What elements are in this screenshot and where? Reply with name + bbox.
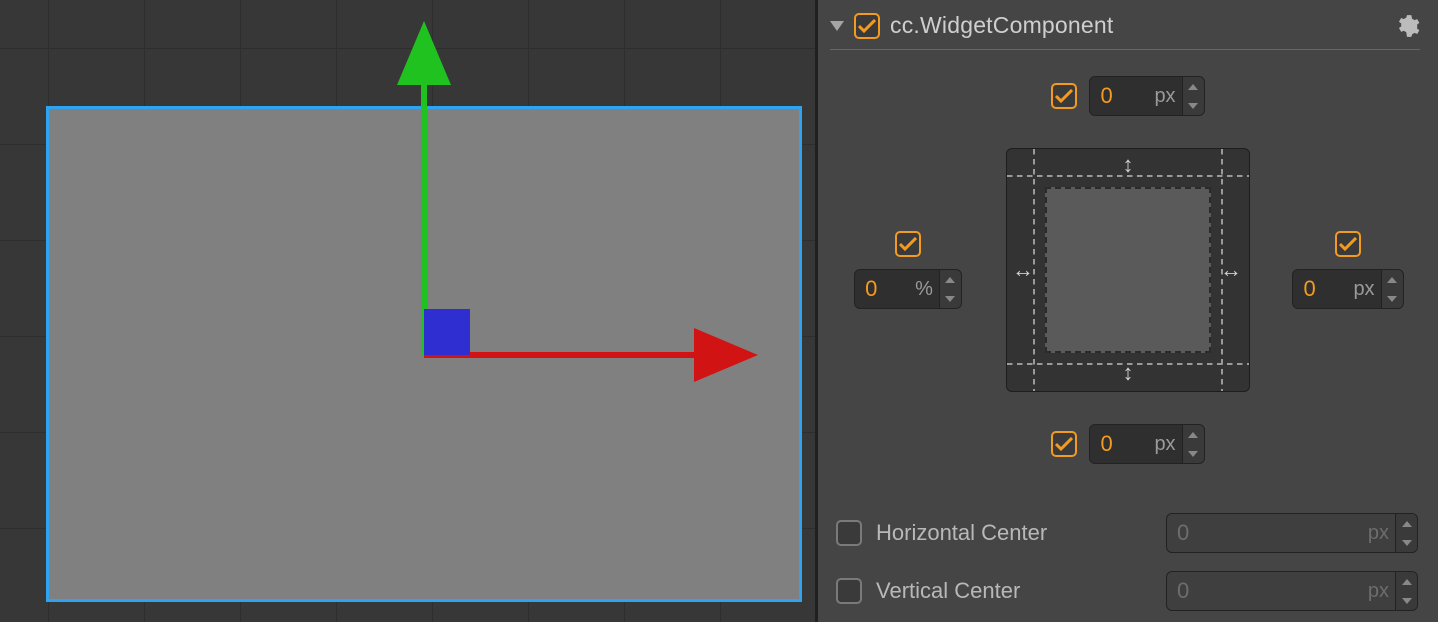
- step-up-icon[interactable]: [1396, 514, 1417, 533]
- vertical-center-unit: px: [1368, 580, 1395, 603]
- anchor-right-group: 0 px: [1258, 231, 1438, 309]
- widget-anchor-grid: 0 px 0 %: [818, 66, 1438, 474]
- step-down-icon[interactable]: [940, 289, 961, 308]
- step-down-icon[interactable]: [1396, 533, 1417, 552]
- vertical-center-stepper[interactable]: [1395, 572, 1417, 610]
- axis-x-arrow-icon[interactable]: [694, 328, 758, 382]
- axis-y-arrow-icon[interactable]: [397, 21, 451, 85]
- anchor-bottom-checkbox[interactable]: [1051, 431, 1077, 457]
- step-down-icon[interactable]: [1183, 96, 1204, 115]
- axis-origin-handle[interactable]: [424, 309, 470, 355]
- anchor-bottom-value[interactable]: 0: [1090, 431, 1154, 457]
- component-title: cc.WidgetComponent: [890, 12, 1384, 39]
- center-alignment-group: Horizontal Center 0 px Vertical Center 0…: [818, 504, 1438, 620]
- anchor-top-input[interactable]: 0 px: [1089, 76, 1204, 116]
- vertical-center-row: Vertical Center 0 px: [836, 562, 1418, 620]
- anchor-bottom-unit: px: [1154, 433, 1181, 456]
- vertical-center-label: Vertical Center: [876, 578, 1152, 604]
- scene-view[interactable]: [0, 0, 818, 622]
- step-up-icon[interactable]: [1183, 77, 1204, 96]
- anchor-left-unit: %: [915, 278, 939, 301]
- horizontal-center-label: Horizontal Center: [876, 520, 1152, 546]
- resize-vertical-icon: ↕: [1123, 154, 1134, 176]
- anchor-diagram: ↕ ↕ ↔ ↔: [1006, 148, 1250, 392]
- disclosure-triangle-icon[interactable]: [830, 21, 844, 31]
- anchor-top-value[interactable]: 0: [1090, 83, 1154, 109]
- anchor-right-input[interactable]: 0 px: [1292, 269, 1403, 309]
- anchor-top-unit: px: [1154, 85, 1181, 108]
- vertical-center-input[interactable]: 0 px: [1166, 571, 1418, 611]
- step-down-icon[interactable]: [1396, 591, 1417, 610]
- gear-icon[interactable]: [1394, 13, 1420, 39]
- anchor-top-checkbox[interactable]: [1051, 83, 1077, 109]
- component-enabled-checkbox[interactable]: [854, 13, 880, 39]
- horizontal-center-input[interactable]: 0 px: [1166, 513, 1418, 553]
- horizontal-center-stepper[interactable]: [1395, 514, 1417, 552]
- anchor-left-group: 0 %: [818, 231, 998, 309]
- anchor-bottom-group: 0 px: [998, 424, 1258, 464]
- resize-vertical-icon: ↕: [1123, 362, 1134, 384]
- anchor-left-checkbox[interactable]: [895, 231, 921, 257]
- step-up-icon[interactable]: [1183, 425, 1204, 444]
- anchor-diagram-inner: [1045, 187, 1211, 353]
- anchor-right-value[interactable]: 0: [1293, 276, 1353, 302]
- anchor-right-checkbox[interactable]: [1335, 231, 1361, 257]
- vertical-center-checkbox[interactable]: [836, 578, 862, 604]
- divider: [830, 49, 1420, 50]
- component-header: cc.WidgetComponent: [818, 0, 1438, 49]
- anchor-right-unit: px: [1353, 278, 1380, 301]
- vertical-center-value[interactable]: 0: [1167, 578, 1368, 604]
- anchor-bottom-input[interactable]: 0 px: [1089, 424, 1204, 464]
- resize-horizontal-icon: ↔: [1220, 259, 1242, 281]
- anchor-left-stepper[interactable]: [939, 270, 961, 308]
- horizontal-center-value[interactable]: 0: [1167, 520, 1368, 546]
- step-up-icon[interactable]: [1382, 270, 1403, 289]
- horizontal-center-row: Horizontal Center 0 px: [836, 504, 1418, 562]
- anchor-top-stepper[interactable]: [1182, 77, 1204, 115]
- step-down-icon[interactable]: [1382, 289, 1403, 308]
- anchor-left-input[interactable]: 0 %: [854, 269, 962, 309]
- step-up-icon[interactable]: [1396, 572, 1417, 591]
- step-up-icon[interactable]: [940, 270, 961, 289]
- horizontal-center-unit: px: [1368, 522, 1395, 545]
- resize-horizontal-icon: ↔: [1012, 259, 1034, 281]
- step-down-icon[interactable]: [1183, 444, 1204, 463]
- anchor-top-group: 0 px: [998, 76, 1258, 116]
- anchor-bottom-stepper[interactable]: [1182, 425, 1204, 463]
- horizontal-center-checkbox[interactable]: [836, 520, 862, 546]
- anchor-left-value[interactable]: 0: [855, 276, 915, 302]
- anchor-right-stepper[interactable]: [1381, 270, 1403, 308]
- inspector-panel: cc.WidgetComponent 0 px: [818, 0, 1438, 622]
